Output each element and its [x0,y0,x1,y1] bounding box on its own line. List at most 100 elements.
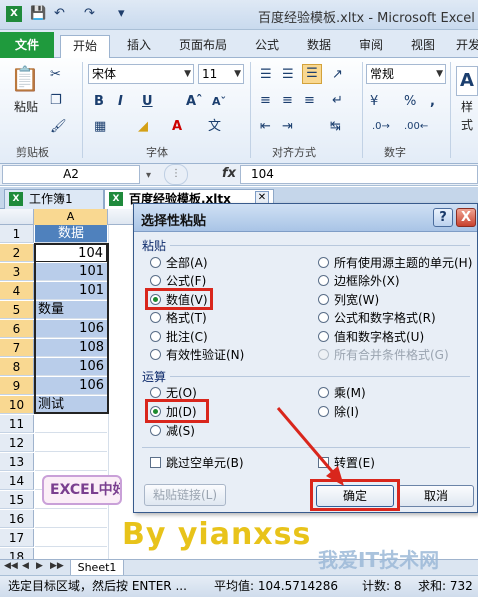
row-header[interactable]: 1 [0,225,34,243]
row-header[interactable]: 8 [0,358,34,376]
radio-option[interactable]: 乘(M) [318,385,366,401]
format-painter-icon[interactable]: 🖌 [50,118,67,136]
table-cell[interactable]: 106 [35,358,107,376]
transpose-checkbox[interactable]: 转置(E) [318,455,375,471]
table-cell[interactable]: 106 [35,320,107,338]
table-cell[interactable]: 数量 [35,301,107,319]
tab-file[interactable]: 文件 [0,32,54,58]
increase-decimal-icon[interactable]: .0→ [372,118,390,136]
decrease-decimal-icon[interactable]: .00← [404,118,428,136]
radio-option[interactable]: 减(S) [150,423,195,439]
font-color-icon[interactable]: A [172,118,182,136]
radio-option[interactable]: 格式(T) [150,310,207,326]
radio-option[interactable]: 全部(A) [150,255,208,271]
fill-color-icon[interactable]: ◢ [138,118,148,136]
radio-option[interactable]: 除(I) [318,404,359,420]
shrink-font-icon[interactable]: Aˇ [212,93,226,111]
skip-blanks-checkbox[interactable]: 跳过空单元(B) [150,455,244,471]
row-header[interactable]: 7 [0,339,34,357]
cancel-button[interactable]: 取消 [398,485,474,507]
row-header[interactable]: 17 [0,529,34,547]
borders-icon[interactable]: ▦ [94,118,106,136]
copy-icon[interactable]: ❐ [50,92,62,110]
italic-button[interactable]: I [118,93,123,111]
radio-option[interactable]: 有效性验证(N) [150,347,244,363]
last-sheet-icon[interactable]: ▶▶ [50,561,64,571]
row-header[interactable]: 16 [0,510,34,528]
align-right-icon[interactable]: ≡ [304,92,315,110]
table-cell[interactable]: 数据 [35,225,107,243]
table-cell[interactable]: 101 [35,263,107,281]
merge-center-icon[interactable]: ↹ [330,118,341,136]
tab-view[interactable]: 视图 [406,35,440,58]
align-left-icon[interactable]: ≡ [260,92,271,110]
tab-home[interactable]: 开始 [60,35,110,59]
phonetic-icon[interactable]: 文 [208,118,221,136]
row-header[interactable]: 11 [0,415,34,433]
align-top-icon[interactable]: ☰ [260,66,272,84]
radio-option[interactable]: 公式和数字格式(R) [318,310,436,326]
row-header[interactable]: 3 [0,263,34,281]
next-sheet-icon[interactable]: ▶ [36,561,43,571]
column-header-a[interactable]: A [34,209,108,225]
workbook-tab-1[interactable]: X 工作簿1 [4,189,104,209]
table-cell[interactable]: 104 [35,244,107,262]
formula-bar-handle-icon[interactable]: ⋮ [164,164,188,185]
excel-logo-icon[interactable]: X [6,5,22,22]
save-icon[interactable]: 💾 [30,6,46,21]
radio-option[interactable]: 值和数字格式(U) [318,329,424,345]
paste-link-button[interactable]: 粘贴链接(L) [144,484,226,506]
text-direction-icon[interactable]: ↗ [332,66,343,84]
align-center-icon[interactable]: ≡ [282,92,293,110]
percent-button[interactable]: % [404,93,416,111]
radio-option[interactable]: 列宽(W) [318,292,379,308]
comma-button[interactable]: , [430,93,435,111]
table-cell[interactable] [35,415,107,433]
table-cell[interactable]: 106 [35,377,107,395]
styles-icon[interactable]: A [456,66,478,96]
redo-icon[interactable]: ↷ [84,6,95,21]
chevron-down-icon[interactable]: ▾ [146,167,151,185]
number-format-combo[interactable]: 常规 ▼ [366,64,446,84]
currency-icon[interactable]: ¥ [370,93,378,111]
name-box[interactable]: A2 [2,165,140,184]
wrap-text-icon[interactable]: ↵ [332,92,343,110]
first-sheet-icon[interactable]: ◀◀ [4,561,18,571]
table-cell[interactable]: 108 [35,339,107,357]
row-header[interactable]: 14 [0,472,34,490]
radio-option[interactable]: 数值(V) [150,292,208,308]
ok-button[interactable]: 确定 [316,485,394,507]
paste-icon[interactable]: 📋 [10,64,40,94]
tab-data[interactable]: 数据 [302,35,336,58]
prev-sheet-icon[interactable]: ◀ [22,561,29,571]
tab-developer[interactable]: 开发 [456,35,478,58]
sheet-tab-sheet1[interactable]: Sheet1 [70,560,124,576]
decrease-indent-icon[interactable]: ⇤ [260,118,271,136]
customize-quick-access-icon[interactable]: ▾ [118,6,125,21]
table-cell[interactable] [35,453,107,471]
increase-indent-icon[interactable]: ⇥ [282,118,293,136]
row-header[interactable]: 6 [0,320,34,338]
grow-font-icon[interactable]: Aˆ [186,93,203,111]
styles-label[interactable]: 样式 [456,98,478,134]
table-cell[interactable] [35,434,107,452]
radio-option[interactable]: 批注(C) [150,329,208,345]
table-cell[interactable] [35,529,107,547]
align-middle-icon[interactable]: ☰ [282,66,294,84]
close-button[interactable]: X [456,208,476,227]
row-header[interactable]: 10 [0,396,34,414]
radio-option[interactable]: 无(O) [150,385,197,401]
insert-function-button[interactable]: fx [222,166,236,181]
radio-option[interactable]: 公式(F) [150,273,206,289]
table-cell[interactable]: 101 [35,282,107,300]
select-all-corner[interactable] [0,209,34,225]
row-header[interactable]: 13 [0,453,34,471]
row-header[interactable]: 9 [0,377,34,395]
help-button[interactable]: ? [433,208,453,227]
tab-insert[interactable]: 插入 [122,35,156,58]
row-header[interactable]: 2 [0,244,34,262]
tab-review[interactable]: 审阅 [354,35,388,58]
formula-input[interactable]: 104 [240,165,478,184]
cut-icon[interactable]: ✂ [50,66,61,84]
align-bottom-icon[interactable]: ☰ [302,64,322,84]
